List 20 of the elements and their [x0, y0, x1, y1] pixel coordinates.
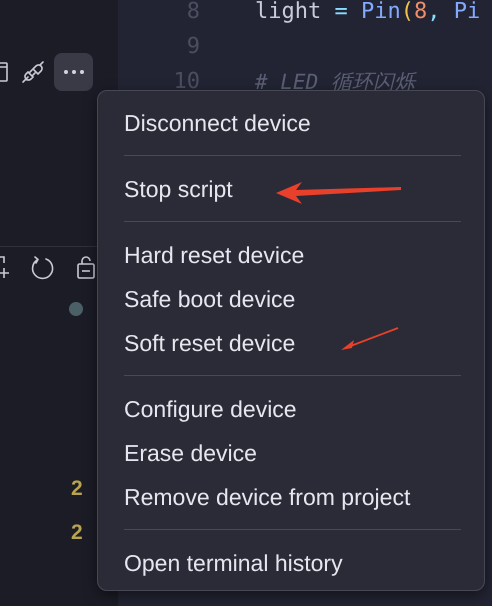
- annotation-arrow: [340, 326, 400, 352]
- plug-icon[interactable]: [20, 59, 46, 85]
- count-label: 2: [71, 521, 84, 545]
- menu-item[interactable]: Configure device: [124, 387, 297, 431]
- menu-item[interactable]: Safe boot device: [124, 277, 296, 321]
- refresh-icon[interactable]: [29, 255, 55, 281]
- ellipsis-icon: [62, 69, 84, 75]
- menu-item[interactable]: Soft reset device: [124, 321, 296, 365]
- menu-item[interactable]: Disconnect device: [124, 101, 311, 145]
- menu-item[interactable]: Remove device from project: [124, 475, 410, 519]
- menu-item[interactable]: Hard reset device: [124, 233, 304, 277]
- code-line: light = Pin(8, Pi: [255, 0, 480, 24]
- collapse-icon[interactable]: [77, 256, 95, 280]
- window-icon[interactable]: [0, 61, 9, 83]
- menu-item[interactable]: Open terminal history: [124, 541, 343, 585]
- more-button[interactable]: [54, 53, 93, 91]
- menu-item[interactable]: Stop script: [124, 167, 233, 211]
- menu-item[interactable]: Erase device: [124, 431, 257, 475]
- count-label: 2: [71, 477, 84, 501]
- add-file-icon[interactable]: [0, 255, 11, 281]
